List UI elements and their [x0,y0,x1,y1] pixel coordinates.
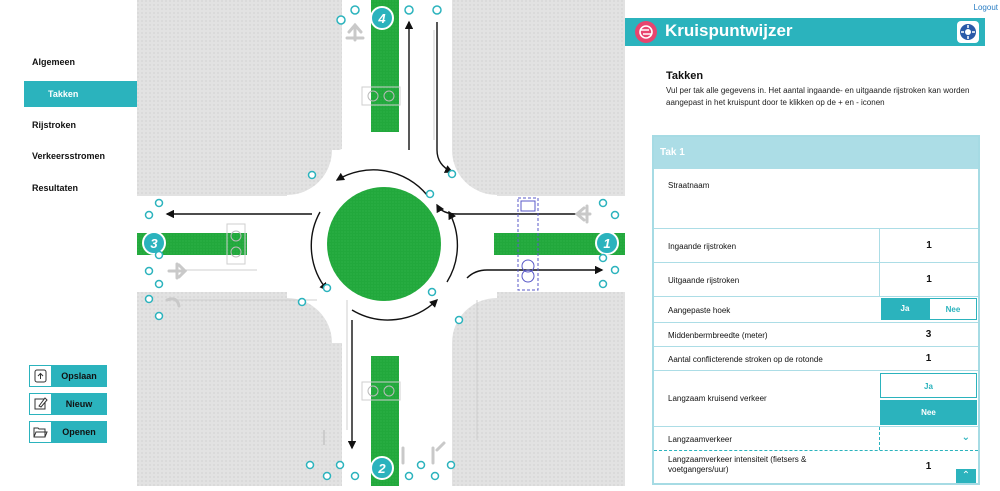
edit-icon [30,394,52,414]
nav-item-algemeen[interactable]: Algemeen [32,57,75,67]
branch-label-2: 2 [377,461,386,476]
in-lanes-label: Ingaande rijstroken [668,242,737,251]
brand-logo-icon [635,21,657,43]
branch-badge-2[interactable]: 2 [370,456,394,480]
branch-badge-3[interactable]: 3 [142,231,166,255]
out-lanes-row: Uitgaande rijstroken 1 [654,263,978,297]
branch-badge-4[interactable]: 4 [370,6,394,30]
new-button[interactable]: Nieuw [29,393,107,415]
open-button-label: Openen [52,422,106,442]
branch-badge-1[interactable]: 1 [595,231,619,255]
scroll-up-icon[interactable]: ⌃ [956,469,976,483]
roundabout-island [327,187,441,301]
conflict-row: Aantal conflicterende stroken op de roto… [654,347,978,371]
logout-link[interactable]: Logout [974,3,998,12]
street-row[interactable]: Straatnaam [654,169,978,229]
sidebar-nav: Algemeen Takken Rijstroken Verkeersstrom… [0,0,137,486]
nav-item-takken[interactable]: Takken [24,81,137,107]
slow-cross-yes-toggle[interactable]: Ja [880,373,977,398]
slow-intensity-label: Langzaamverkeer intensiteit (fietsers & … [668,455,807,474]
save-button-label: Opslaan [52,366,106,386]
median-row: Middenbermbreedte (meter) 3 [654,323,978,347]
chevron-down-icon[interactable]: ⌄ [879,427,978,450]
nav-item-resultaten[interactable]: Resultaten [32,183,78,193]
slow-cross-label: Langzaam kruisend verkeer [668,394,767,403]
angle-no-toggle[interactable]: Nee [929,298,977,320]
save-icon [30,366,52,386]
angle-label: Aangepaste hoek [668,306,731,315]
section-title: Takken [666,70,704,82]
out-lanes-label: Uitgaande rijstroken [668,276,740,285]
angle-yes-toggle[interactable]: Ja [881,298,929,320]
section-description: Vul per tak alle gegevens in. Het aantal… [666,86,970,107]
open-button[interactable]: Openen [29,421,107,443]
street-label: Straatnaam [668,181,710,190]
conflict-label: Aantal conflicterende stroken op de roto… [668,355,823,364]
tak-header: Tak 1 [654,137,978,169]
nav-item-rijstroken[interactable]: Rijstroken [32,120,76,130]
branch-label-1: 1 [603,236,610,251]
branch-label-4: 4 [377,11,386,26]
app-title: Kruispuntwijzer [665,21,793,40]
median-label: Middenbermbreedte (meter) [668,331,768,340]
slow-traffic-label: Langzaamverkeer [668,435,733,444]
angle-row: Aangepaste hoek Ja Nee [654,297,978,323]
save-button[interactable]: Opslaan [29,365,107,387]
slow-cross-row: Langzaam kruisend verkeer Ja Nee [654,371,978,427]
tak-form: Tak 1 Straatnaam Ingaande rijstroken 1 U… [652,135,980,485]
median-value: 3 [925,329,932,340]
folder-open-icon [30,422,52,442]
roundabout-map: 1 2 3 4 [137,0,625,486]
slow-intensity-row: Langzaamverkeer intensiteit (fietsers & … [654,451,978,483]
branch-label-3: 3 [150,236,158,251]
in-lanes-value: 1 [879,229,978,262]
slow-cross-no-toggle[interactable]: Nee [880,400,977,425]
conflict-value: 1 [925,353,932,364]
takken-panel: Logout Kruispuntwijzer Takken Vul per ta… [625,0,1000,486]
out-lanes-value: 1 [879,263,978,296]
slow-traffic-row[interactable]: Langzaamverkeer ⌄ [654,427,978,451]
brand-bar: Kruispuntwijzer [625,18,985,46]
nav-item-verkeersstromen[interactable]: Verkeersstromen [32,151,105,161]
in-lanes-row: Ingaande rijstroken 1 [654,229,978,263]
roundabout-icon[interactable] [957,21,979,43]
new-button-label: Nieuw [52,394,106,414]
